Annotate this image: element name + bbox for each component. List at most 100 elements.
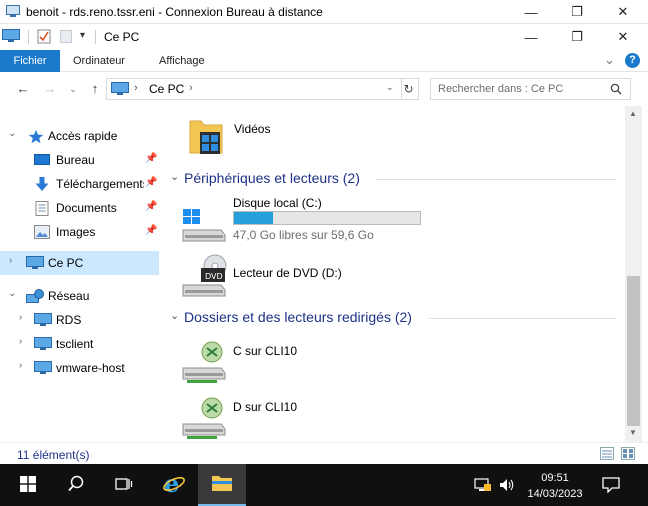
nav-item-reseau[interactable]: ⌄ Réseau [0, 284, 159, 308]
tab-fichier[interactable]: Fichier [0, 50, 60, 72]
rdp-title-bar[interactable]: benoit - rds.reno.tssr.eni - Connexion B… [0, 0, 648, 24]
pin-icon[interactable]: 📌 [145, 201, 157, 212]
drive-label: C sur CLI10 [233, 344, 298, 358]
chevron-right-icon[interactable]: › [19, 312, 22, 323]
nav-item-images[interactable]: Images 📌 [0, 220, 159, 244]
drive-free-space: 47,0 Go libres sur 59,6 Go [233, 228, 374, 242]
nav-label: RDS [56, 313, 82, 327]
rdp-restore-button[interactable]: ❐ [554, 0, 600, 24]
rdp-window-title: benoit - rds.reno.tssr.eni - Connexion B… [26, 5, 323, 19]
rdp-minimize-button[interactable]: — [508, 0, 554, 24]
drive-item-d[interactable]: DVD Lecteur de DVD (D:) [177, 252, 437, 302]
chevron-right-icon[interactable]: › [19, 360, 22, 371]
explorer-minimize-button[interactable]: — [508, 24, 554, 50]
scroll-down-icon[interactable]: ▼ [629, 428, 637, 437]
chevron-down-icon[interactable]: ⌄ [8, 288, 16, 299]
back-arrow-icon[interactable]: ← [14, 80, 32, 98]
address-dropdown-icon[interactable]: ⌄ [386, 82, 394, 93]
chevron-right-icon[interactable]: › [134, 82, 138, 94]
explorer-restore-button[interactable]: ❐ [554, 24, 600, 50]
pin-icon[interactable]: 📌 [145, 177, 157, 188]
search-button[interactable] [52, 464, 100, 506]
scrollbar-thumb[interactable] [627, 276, 640, 426]
nav-item-telechargements[interactable]: Téléchargements 📌 [0, 172, 159, 196]
nav-item-ce-pc[interactable]: › Ce PC [0, 251, 159, 275]
redirected-drive-d-cli10[interactable]: D sur CLI10 [177, 392, 437, 442]
nav-item-bureau[interactable]: Bureau 📌 [0, 148, 159, 172]
drive-item-c[interactable]: Disque local (C:) 47,0 Go libres sur 59,… [177, 192, 437, 244]
desktop-icon [34, 153, 50, 167]
internet-explorer-icon: e [162, 469, 186, 499]
images-icon [34, 225, 50, 239]
chevron-down-icon[interactable]: ⌄ [170, 170, 179, 183]
item-count: 11 élément(s) [17, 448, 90, 462]
up-arrow-icon[interactable]: ↑ [86, 80, 104, 98]
file-explorer-button[interactable] [198, 464, 246, 506]
scroll-up-icon[interactable]: ▲ [629, 109, 637, 118]
nav-label: Bureau [56, 153, 95, 167]
details-view-icon[interactable] [600, 447, 614, 463]
nav-label: Images [56, 225, 96, 239]
pin-icon[interactable]: 📌 [145, 225, 157, 236]
nav-label: tsclient [56, 337, 94, 351]
nav-label: Ce PC [48, 256, 84, 270]
chevron-right-icon[interactable]: › [189, 82, 193, 94]
notifications-icon[interactable] [602, 477, 620, 496]
nav-item-tsclient[interactable]: › tsclient [0, 332, 159, 356]
pin-icon[interactable]: 📌 [145, 153, 157, 164]
nav-label: Réseau [48, 289, 90, 303]
breadcrumb-ce-pc[interactable]: Ce PC [149, 82, 184, 96]
rdp-close-button[interactable]: ✕ [600, 0, 646, 24]
forward-arrow-icon[interactable]: → [41, 80, 59, 98]
new-folder-icon[interactable] [60, 30, 72, 43]
taskbar-clock[interactable]: 09:51 14/03/2023 [520, 470, 590, 502]
nav-item-vmware-host[interactable]: › vmware-host [0, 356, 159, 380]
folder-icon [211, 474, 233, 495]
recent-locations-chevron-icon[interactable]: ⌄ [64, 80, 82, 98]
computer-icon [34, 361, 52, 375]
quick-access-toolbar-dropdown-icon[interactable]: ▾ [80, 30, 85, 41]
help-icon[interactable]: ? [625, 53, 640, 68]
group-header-redirected[interactable]: Dossiers et des lecteurs redirigés (2) [184, 309, 412, 325]
search-input[interactable]: Rechercher dans : Ce PC [430, 78, 631, 100]
task-view-button[interactable] [100, 464, 148, 506]
drive-label: Disque local (C:) [233, 196, 322, 210]
videos-folder-icon [187, 116, 225, 159]
chevron-right-icon[interactable]: › [19, 336, 22, 347]
redirected-drive-c-cli10[interactable]: C sur CLI10 [177, 336, 437, 386]
dvd-drive-icon: DVD [181, 254, 227, 301]
start-button[interactable] [4, 464, 52, 506]
chevron-right-icon[interactable]: › [9, 255, 12, 266]
rdp-app-icon [6, 5, 20, 17]
group-divider [375, 179, 617, 180]
navigation-pane: ⌄ Accès rapide Bureau 📌 Téléchargements … [0, 106, 162, 442]
chevron-down-icon[interactable]: ⌄ [8, 128, 16, 139]
network-tray-icon[interactable] [474, 478, 492, 495]
ribbon-tabs: Fichier Ordinateur Affichage ⌄ ? [0, 50, 648, 72]
explorer-close-button[interactable]: ✕ [600, 24, 646, 50]
chevron-down-icon[interactable]: ⌄ [170, 309, 179, 322]
address-bar[interactable]: › Ce PC › ⌄ [106, 78, 402, 100]
internet-explorer-button[interactable]: e [150, 464, 198, 506]
drive-label: Lecteur de DVD (D:) [233, 266, 342, 280]
search-icon [610, 83, 622, 98]
clock-time: 09:51 [541, 472, 569, 484]
volume-icon[interactable] [499, 478, 515, 495]
large-icons-view-icon[interactable] [621, 447, 635, 463]
download-icon [34, 177, 50, 191]
task-view-icon [115, 476, 133, 495]
folder-item-videos[interactable]: Vidéos [181, 108, 341, 160]
nav-item-documents[interactable]: Documents 📌 [0, 196, 159, 220]
restore-icon: ❐ [571, 29, 583, 44]
network-drive-icon [181, 340, 227, 387]
ribbon-expand-icon[interactable]: ⌄ [604, 52, 615, 68]
tab-affichage[interactable]: Affichage [149, 50, 215, 72]
group-header-devices[interactable]: Périphériques et lecteurs (2) [184, 170, 360, 186]
nav-item-rds[interactable]: › RDS [0, 308, 159, 332]
tab-ordinateur[interactable]: Ordinateur [63, 50, 135, 72]
nav-item-acces-rapide[interactable]: ⌄ Accès rapide [0, 124, 159, 148]
computer-icon [34, 337, 52, 351]
properties-icon[interactable] [37, 29, 51, 47]
refresh-button[interactable]: ↻ [399, 78, 419, 100]
explorer-title-bar[interactable]: ▾ Ce PC — ❐ ✕ [0, 24, 648, 50]
